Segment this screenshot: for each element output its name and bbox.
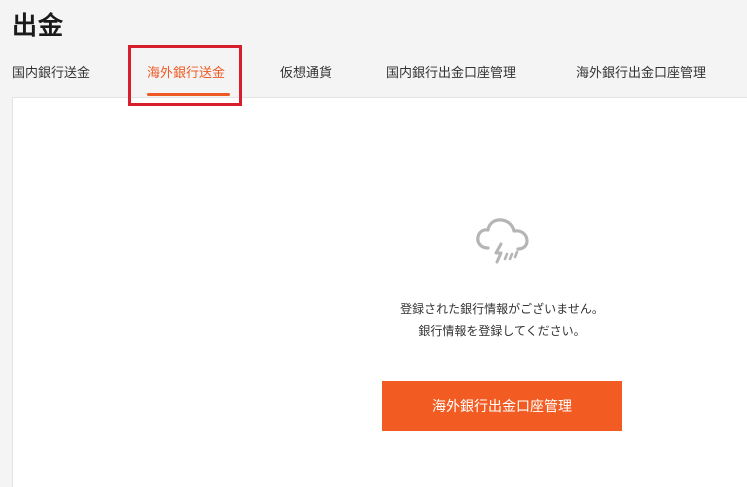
empty-message-line-2: 銀行情報を登録してください。	[418, 324, 586, 338]
page-title: 出金	[12, 11, 65, 40]
tab-bar: 国内銀行送金 海外銀行送金 仮想通貨 国内銀行出金口座管理 海外銀行出金口座管理	[0, 52, 747, 96]
overseas-account-management-button[interactable]: 海外銀行出金口座管理	[382, 381, 622, 431]
cloud-rain-icon	[476, 218, 529, 264]
tab-highlight-frame	[128, 45, 242, 106]
tab-overseas-account-management[interactable]: 海外銀行出金口座管理	[576, 62, 706, 81]
content-panel	[12, 97, 747, 487]
tab-domestic-account-management[interactable]: 国内銀行出金口座管理	[386, 62, 516, 81]
tab-crypto[interactable]: 仮想通貨	[280, 62, 332, 81]
empty-message-line-1: 登録された銀行情報がございません。	[400, 302, 604, 316]
tab-domestic-bank-transfer[interactable]: 国内銀行送金	[12, 62, 90, 81]
